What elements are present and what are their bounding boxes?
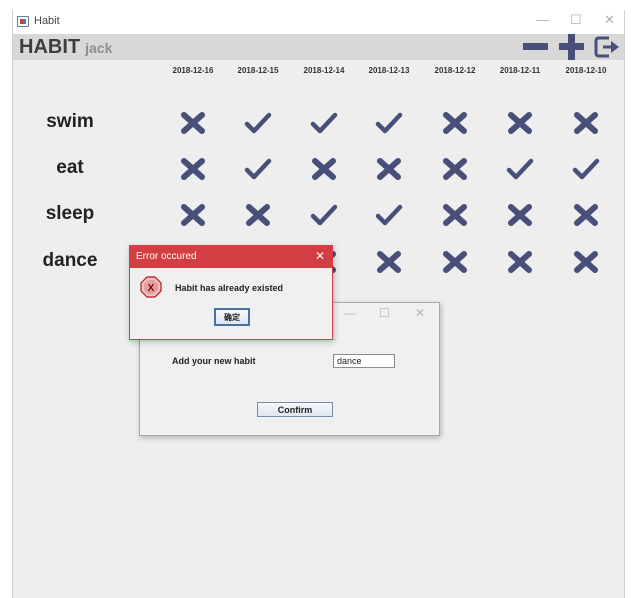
cross-mark-icon[interactable] <box>179 203 207 227</box>
dialog-maximize-icon[interactable]: ☐ <box>379 306 390 320</box>
window-title: Habit <box>34 15 60 27</box>
check-mark-icon[interactable] <box>310 111 338 135</box>
check-mark-icon[interactable] <box>244 111 272 135</box>
svg-text:X: X <box>148 283 155 294</box>
error-title-bar: Error occured ✕ <box>130 246 332 268</box>
check-mark-icon[interactable] <box>375 111 403 135</box>
error-icon: X <box>140 276 162 298</box>
brand-name: HABIT <box>19 36 81 58</box>
dialog-close-icon[interactable]: ✕ <box>415 306 425 320</box>
date-header: 2018-12-10 <box>565 66 607 75</box>
cross-mark-icon[interactable] <box>375 250 403 274</box>
dialog-minimize-icon[interactable]: — <box>344 306 356 320</box>
cross-mark-icon[interactable] <box>441 111 469 135</box>
habit-name: dance <box>42 250 98 271</box>
cross-mark-icon[interactable] <box>572 250 600 274</box>
date-header: 2018-12-12 <box>434 66 476 75</box>
habit-name: eat <box>56 157 84 178</box>
minus-icon[interactable] <box>521 34 551 60</box>
user-name: jack <box>85 40 113 56</box>
date-header: 2018-12-13 <box>368 66 410 75</box>
cross-mark-icon[interactable] <box>572 203 600 227</box>
check-mark-icon[interactable] <box>244 157 272 181</box>
cross-mark-icon[interactable] <box>244 203 272 227</box>
confirm-button[interactable]: Confirm <box>257 402 333 417</box>
exit-icon[interactable] <box>593 34 623 60</box>
cross-mark-icon[interactable] <box>375 157 403 181</box>
plus-icon[interactable] <box>557 34 587 60</box>
add-habit-label: Add your new habit <box>172 356 256 366</box>
cross-mark-icon[interactable] <box>310 157 338 181</box>
error-dialog: Error occured ✕ X Habit has already exis… <box>129 245 333 340</box>
date-header: 2018-12-11 <box>499 66 541 75</box>
cross-mark-icon[interactable] <box>441 250 469 274</box>
app-icon <box>17 16 29 27</box>
error-title: Error occured <box>136 251 197 262</box>
error-close-icon[interactable]: ✕ <box>315 249 325 263</box>
title-bar: Habit — ☐ ✕ <box>13 10 624 34</box>
cross-mark-icon[interactable] <box>179 157 207 181</box>
cross-mark-icon[interactable] <box>506 203 534 227</box>
cross-mark-icon[interactable] <box>506 111 534 135</box>
check-mark-icon[interactable] <box>375 203 403 227</box>
date-header: 2018-12-16 <box>172 66 214 75</box>
cross-mark-icon[interactable] <box>179 111 207 135</box>
check-mark-icon[interactable] <box>506 157 534 181</box>
cross-mark-icon[interactable] <box>441 157 469 181</box>
habit-name: swim <box>46 111 94 132</box>
check-mark-icon[interactable] <box>572 157 600 181</box>
error-message: Habit has already existed <box>175 283 284 293</box>
date-header: 2018-12-14 <box>303 66 345 75</box>
header-bar: HABIT jack <box>13 34 624 60</box>
habit-name: sleep <box>45 203 95 224</box>
error-ok-button[interactable]: 确定 <box>214 308 250 326</box>
habit-name-input[interactable] <box>333 354 395 368</box>
check-mark-icon[interactable] <box>310 203 338 227</box>
maximize-icon[interactable]: ☐ <box>570 12 582 28</box>
cross-mark-icon[interactable] <box>506 250 534 274</box>
cross-mark-icon[interactable] <box>572 111 600 135</box>
app-brand: HABIT jack <box>19 36 112 59</box>
close-icon[interactable]: ✕ <box>604 12 615 28</box>
minimize-icon[interactable]: — <box>536 12 549 27</box>
date-header: 2018-12-15 <box>237 66 279 75</box>
cross-mark-icon[interactable] <box>441 203 469 227</box>
